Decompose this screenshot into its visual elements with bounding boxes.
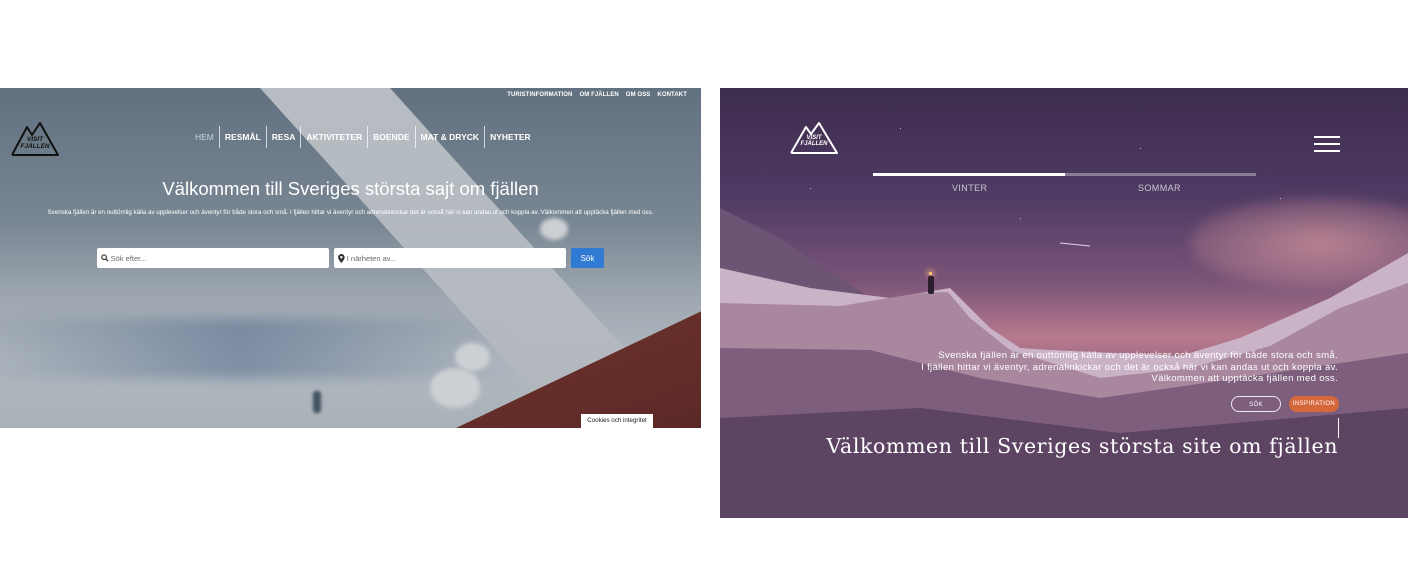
tab-vinter[interactable]: VINTER (952, 183, 987, 193)
search-button[interactable]: SÖK (1231, 396, 1281, 412)
search-button[interactable]: Sök (571, 248, 604, 268)
hero-title: Välkommen till Sveriges största site om … (826, 434, 1338, 458)
inspiration-button[interactable]: INSPIRATION (1289, 396, 1339, 412)
search-location-input[interactable] (344, 253, 566, 263)
logo-word-fjallen: FJÄLLEN (20, 142, 50, 150)
divider-line (1338, 418, 1339, 438)
search-icon (101, 254, 109, 262)
season-progress-track (873, 173, 1256, 176)
hero-subtitle-line: I fjällen hittar vi äventyr, adrenalinki… (921, 361, 1338, 373)
main-nav: HEM RESMÅL RESA AKTIVITETER BOENDE MAT &… (190, 126, 536, 148)
search-query-input[interactable] (108, 253, 329, 263)
menu-icon[interactable] (1314, 136, 1340, 154)
nav-item-nyheter[interactable]: NYHETER (485, 126, 536, 148)
site-logo[interactable]: VISIT FJÄLLEN (789, 121, 839, 155)
right-homepage-screenshot: VISIT FJÄLLEN VINTER SOMMAR Svenska fjäl… (720, 88, 1408, 518)
logo-word-fjallen: FJÄLLEN (800, 141, 828, 147)
nav-item-aktiviteter[interactable]: AKTIVITETER (301, 126, 369, 148)
left-homepage-screenshot: TURISTINFORMATION OM FJÄLLEN OM OSS KONT… (0, 88, 701, 428)
utility-nav: TURISTINFORMATION OM FJÄLLEN OM OSS KONT… (507, 92, 687, 98)
hero-subtitle-line: Välkommen att upptäcka fjällen med oss. (1151, 373, 1338, 384)
nav-item-hem[interactable]: HEM (190, 126, 220, 148)
hiker-figure (926, 272, 938, 296)
tab-sommar[interactable]: SOMMAR (1138, 183, 1181, 193)
nav-item-boende[interactable]: BOENDE (368, 126, 416, 148)
nav-item-resa[interactable]: RESA (267, 126, 302, 148)
location-pin-icon (338, 253, 345, 263)
utility-nav-om-oss[interactable]: OM OSS (626, 92, 651, 98)
search-query-box (97, 248, 329, 268)
hero-subtitle: Svenska fjällen är en outtömlig källa av… (818, 350, 1338, 385)
season-progress-fill (873, 173, 1065, 176)
nav-item-resmal[interactable]: RESMÅL (220, 126, 267, 148)
utility-nav-kontakt[interactable]: KONTAKT (657, 92, 687, 98)
site-logo[interactable]: VISIT FJÄLLEN (10, 121, 60, 157)
hero-subtitle: Svenska fjällen är en outtömlig källa av… (47, 209, 654, 216)
utility-nav-turistinformation[interactable]: TURISTINFORMATION (507, 92, 572, 98)
hero-title: Välkommen till Sveriges största sajt om … (162, 178, 539, 199)
cookie-settings-button[interactable]: Cookies och integritet (581, 414, 653, 428)
utility-nav-om-fjallen[interactable]: OM FJÄLLEN (579, 92, 618, 98)
search-location-box (334, 248, 566, 268)
nav-item-mat-dryck[interactable]: MAT & DRYCK (416, 126, 486, 148)
hero-subtitle-line: Svenska fjällen är en outtömlig källa av… (938, 350, 1338, 361)
